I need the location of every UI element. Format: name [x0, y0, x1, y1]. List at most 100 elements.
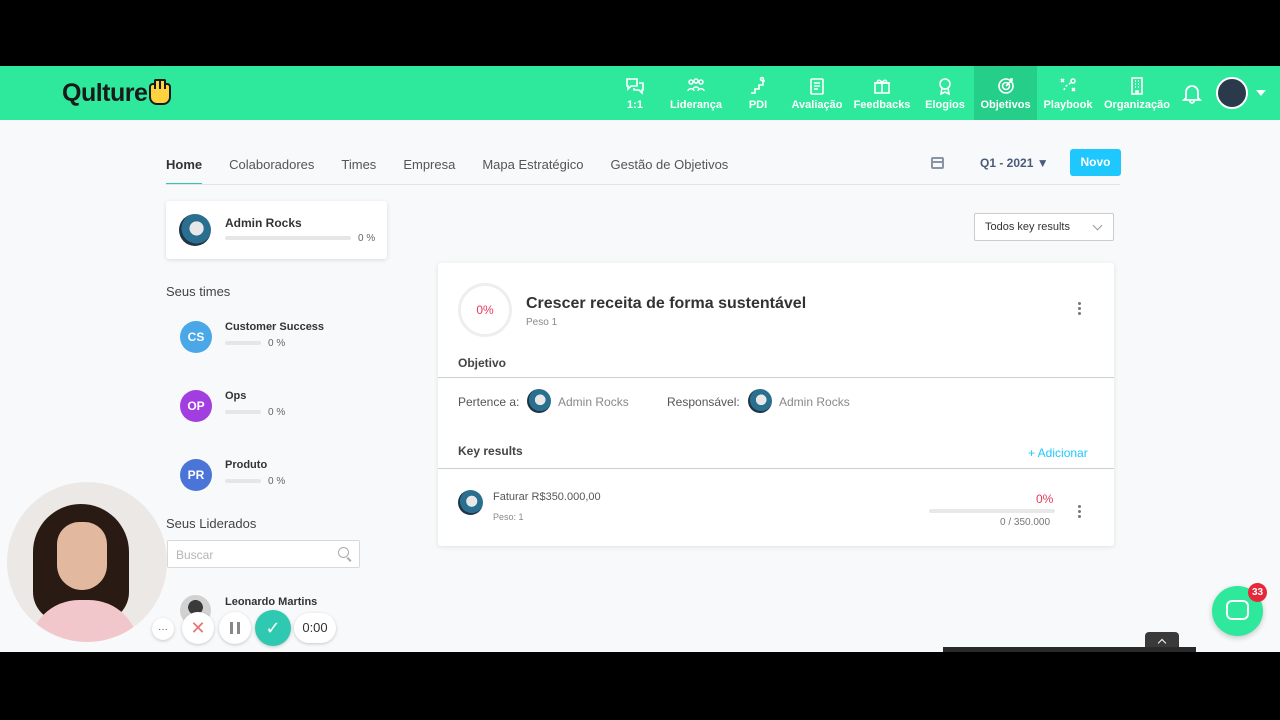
avatar — [748, 389, 772, 413]
key-result-name[interactable]: Faturar R$350.000,00 — [493, 491, 601, 503]
more-options-icon[interactable] — [1077, 505, 1081, 521]
top-navbar: Qulture 1:1 Liderança PDI Avaliação Feed… — [0, 66, 1280, 120]
nav-label: 1:1 — [627, 98, 643, 111]
divider — [438, 468, 1114, 469]
filter-value: Todos key results — [985, 221, 1070, 233]
chat-icon — [1226, 600, 1249, 620]
user-progress-bar — [225, 236, 351, 240]
nav-label: Feedbacks — [853, 98, 911, 111]
team-progress-bar — [225, 479, 261, 483]
new-button[interactable]: Novo — [1070, 149, 1121, 176]
led-title: Seus Liderados — [166, 516, 257, 531]
objective-section-label: Objetivo — [458, 356, 507, 370]
nav-avaliacao[interactable]: Avaliação — [791, 66, 843, 120]
chevron-down-icon[interactable] — [1256, 90, 1266, 96]
nav-feedbacks[interactable]: Feedbacks — [854, 66, 910, 120]
user-name: Admin Rocks — [225, 216, 302, 230]
nav-label: Liderança — [670, 98, 722, 111]
key-result-progress-bar — [929, 509, 1055, 513]
objective-title[interactable]: Crescer receita de forma sustentável — [526, 295, 806, 313]
period-selector[interactable]: Q1 - 2021 ▼ — [980, 156, 1049, 170]
bottom-bar — [943, 647, 1196, 652]
avatar — [179, 214, 211, 246]
teams-title: Seus times — [166, 284, 231, 299]
webcam-overlay — [7, 482, 167, 642]
recording-timer: 0:00 — [294, 613, 336, 643]
user-summary-card[interactable]: Admin Rocks 0 % — [166, 201, 387, 259]
team-progress-bar — [225, 341, 261, 345]
nav-1on1[interactable]: 1:1 — [620, 66, 650, 120]
nav-objetivos[interactable]: Objetivos — [974, 66, 1037, 120]
avatar — [458, 490, 483, 515]
stairs-icon — [751, 76, 765, 94]
team-name: Ops — [225, 390, 247, 402]
team-item[interactable]: CS Customer Success 0 % — [180, 321, 380, 357]
nav-label: Objetivos — [980, 98, 1031, 111]
team-item[interactable]: PR Produto 0 % — [180, 459, 380, 495]
add-key-result-link[interactable]: + Adicionar — [1028, 446, 1088, 460]
nav-playbook[interactable]: Playbook — [1042, 66, 1094, 120]
belongs-label: Pertence a: — [458, 395, 520, 409]
team-progress-bar — [225, 410, 261, 414]
medal-icon — [939, 77, 951, 95]
user-progress-pct: 0 % — [358, 233, 376, 244]
recording-pause-button[interactable] — [219, 612, 251, 644]
key-result-pct: 0% — [1036, 492, 1054, 506]
close-icon: ✕ — [190, 617, 206, 638]
recording-cancel-button[interactable]: ✕ — [182, 612, 214, 644]
tabs-divider — [166, 184, 1120, 185]
nav-lideranca[interactable]: Liderança — [668, 66, 724, 120]
chevron-down-icon — [1092, 220, 1103, 231]
calendar-icon[interactable] — [931, 157, 944, 169]
team-progress-pct: 0 % — [268, 338, 286, 349]
divider — [438, 377, 1114, 378]
team-badge: CS — [180, 321, 212, 353]
app-screen: Qulture 1:1 Liderança PDI Avaliação Feed… — [0, 66, 1280, 652]
target-icon — [997, 77, 1014, 94]
search-input[interactable] — [176, 546, 326, 564]
rock-hand-icon — [149, 78, 172, 105]
tab-empresa[interactable]: Empresa — [403, 156, 455, 185]
tab-mapa-estrategico[interactable]: Mapa Estratégico — [482, 156, 583, 185]
objective-card: 0% Crescer receita de forma sustentável … — [438, 263, 1114, 546]
led-person-name[interactable]: Leonardo Martins — [225, 596, 317, 608]
key-results-label: Key results — [458, 444, 523, 458]
logo-text: Qulture — [62, 79, 148, 107]
nav-label: Elogios — [925, 98, 965, 111]
gift-icon — [874, 79, 890, 94]
objective-weight: Peso 1 — [526, 317, 558, 328]
objective-progress-ring: 0% — [458, 283, 512, 337]
more-options-icon[interactable] — [1077, 302, 1081, 318]
search-icon[interactable] — [338, 547, 349, 558]
nav-label: Avaliação — [791, 98, 843, 111]
user-avatar[interactable] — [1216, 77, 1248, 109]
team-name: Customer Success — [225, 321, 325, 333]
team-item[interactable]: OP Ops 0 % — [180, 390, 380, 426]
sub-tabs: Home Colaboradores Times Empresa Mapa Es… — [166, 156, 755, 186]
nav-organizacao[interactable]: Organização — [1104, 66, 1170, 120]
key-result-weight: Peso: 1 — [493, 512, 524, 522]
tab-home[interactable]: Home — [166, 156, 203, 185]
recording-finish-button[interactable]: ✓ — [255, 610, 291, 646]
nav-pdi[interactable]: PDI — [743, 66, 773, 120]
team-progress-pct: 0 % — [268, 407, 286, 418]
qulture-logo[interactable]: Qulture — [62, 78, 172, 108]
nav-elogios[interactable]: Elogios — [925, 66, 965, 120]
bell-icon[interactable] — [1181, 82, 1203, 104]
search-field[interactable] — [167, 540, 360, 568]
tab-gestao-objetivos[interactable]: Gestão de Objetivos — [611, 156, 729, 185]
responsible-label: Responsável: — [667, 395, 740, 409]
key-results-filter[interactable]: Todos key results — [974, 213, 1114, 241]
team-progress-pct: 0 % — [268, 476, 286, 487]
avatar — [527, 389, 551, 413]
tab-times[interactable]: Times — [341, 156, 376, 185]
playbook-icon — [1060, 77, 1076, 92]
webcam-face — [57, 522, 107, 590]
tab-colaboradores[interactable]: Colaboradores — [229, 156, 314, 185]
team-badge: OP — [180, 390, 212, 422]
responsible-name[interactable]: Admin Rocks — [779, 395, 850, 409]
belongs-name[interactable]: Admin Rocks — [558, 395, 629, 409]
clipboard-icon — [810, 77, 824, 95]
recording-more-button[interactable]: ··· — [152, 618, 174, 640]
chat-bubbles-icon — [626, 77, 644, 95]
